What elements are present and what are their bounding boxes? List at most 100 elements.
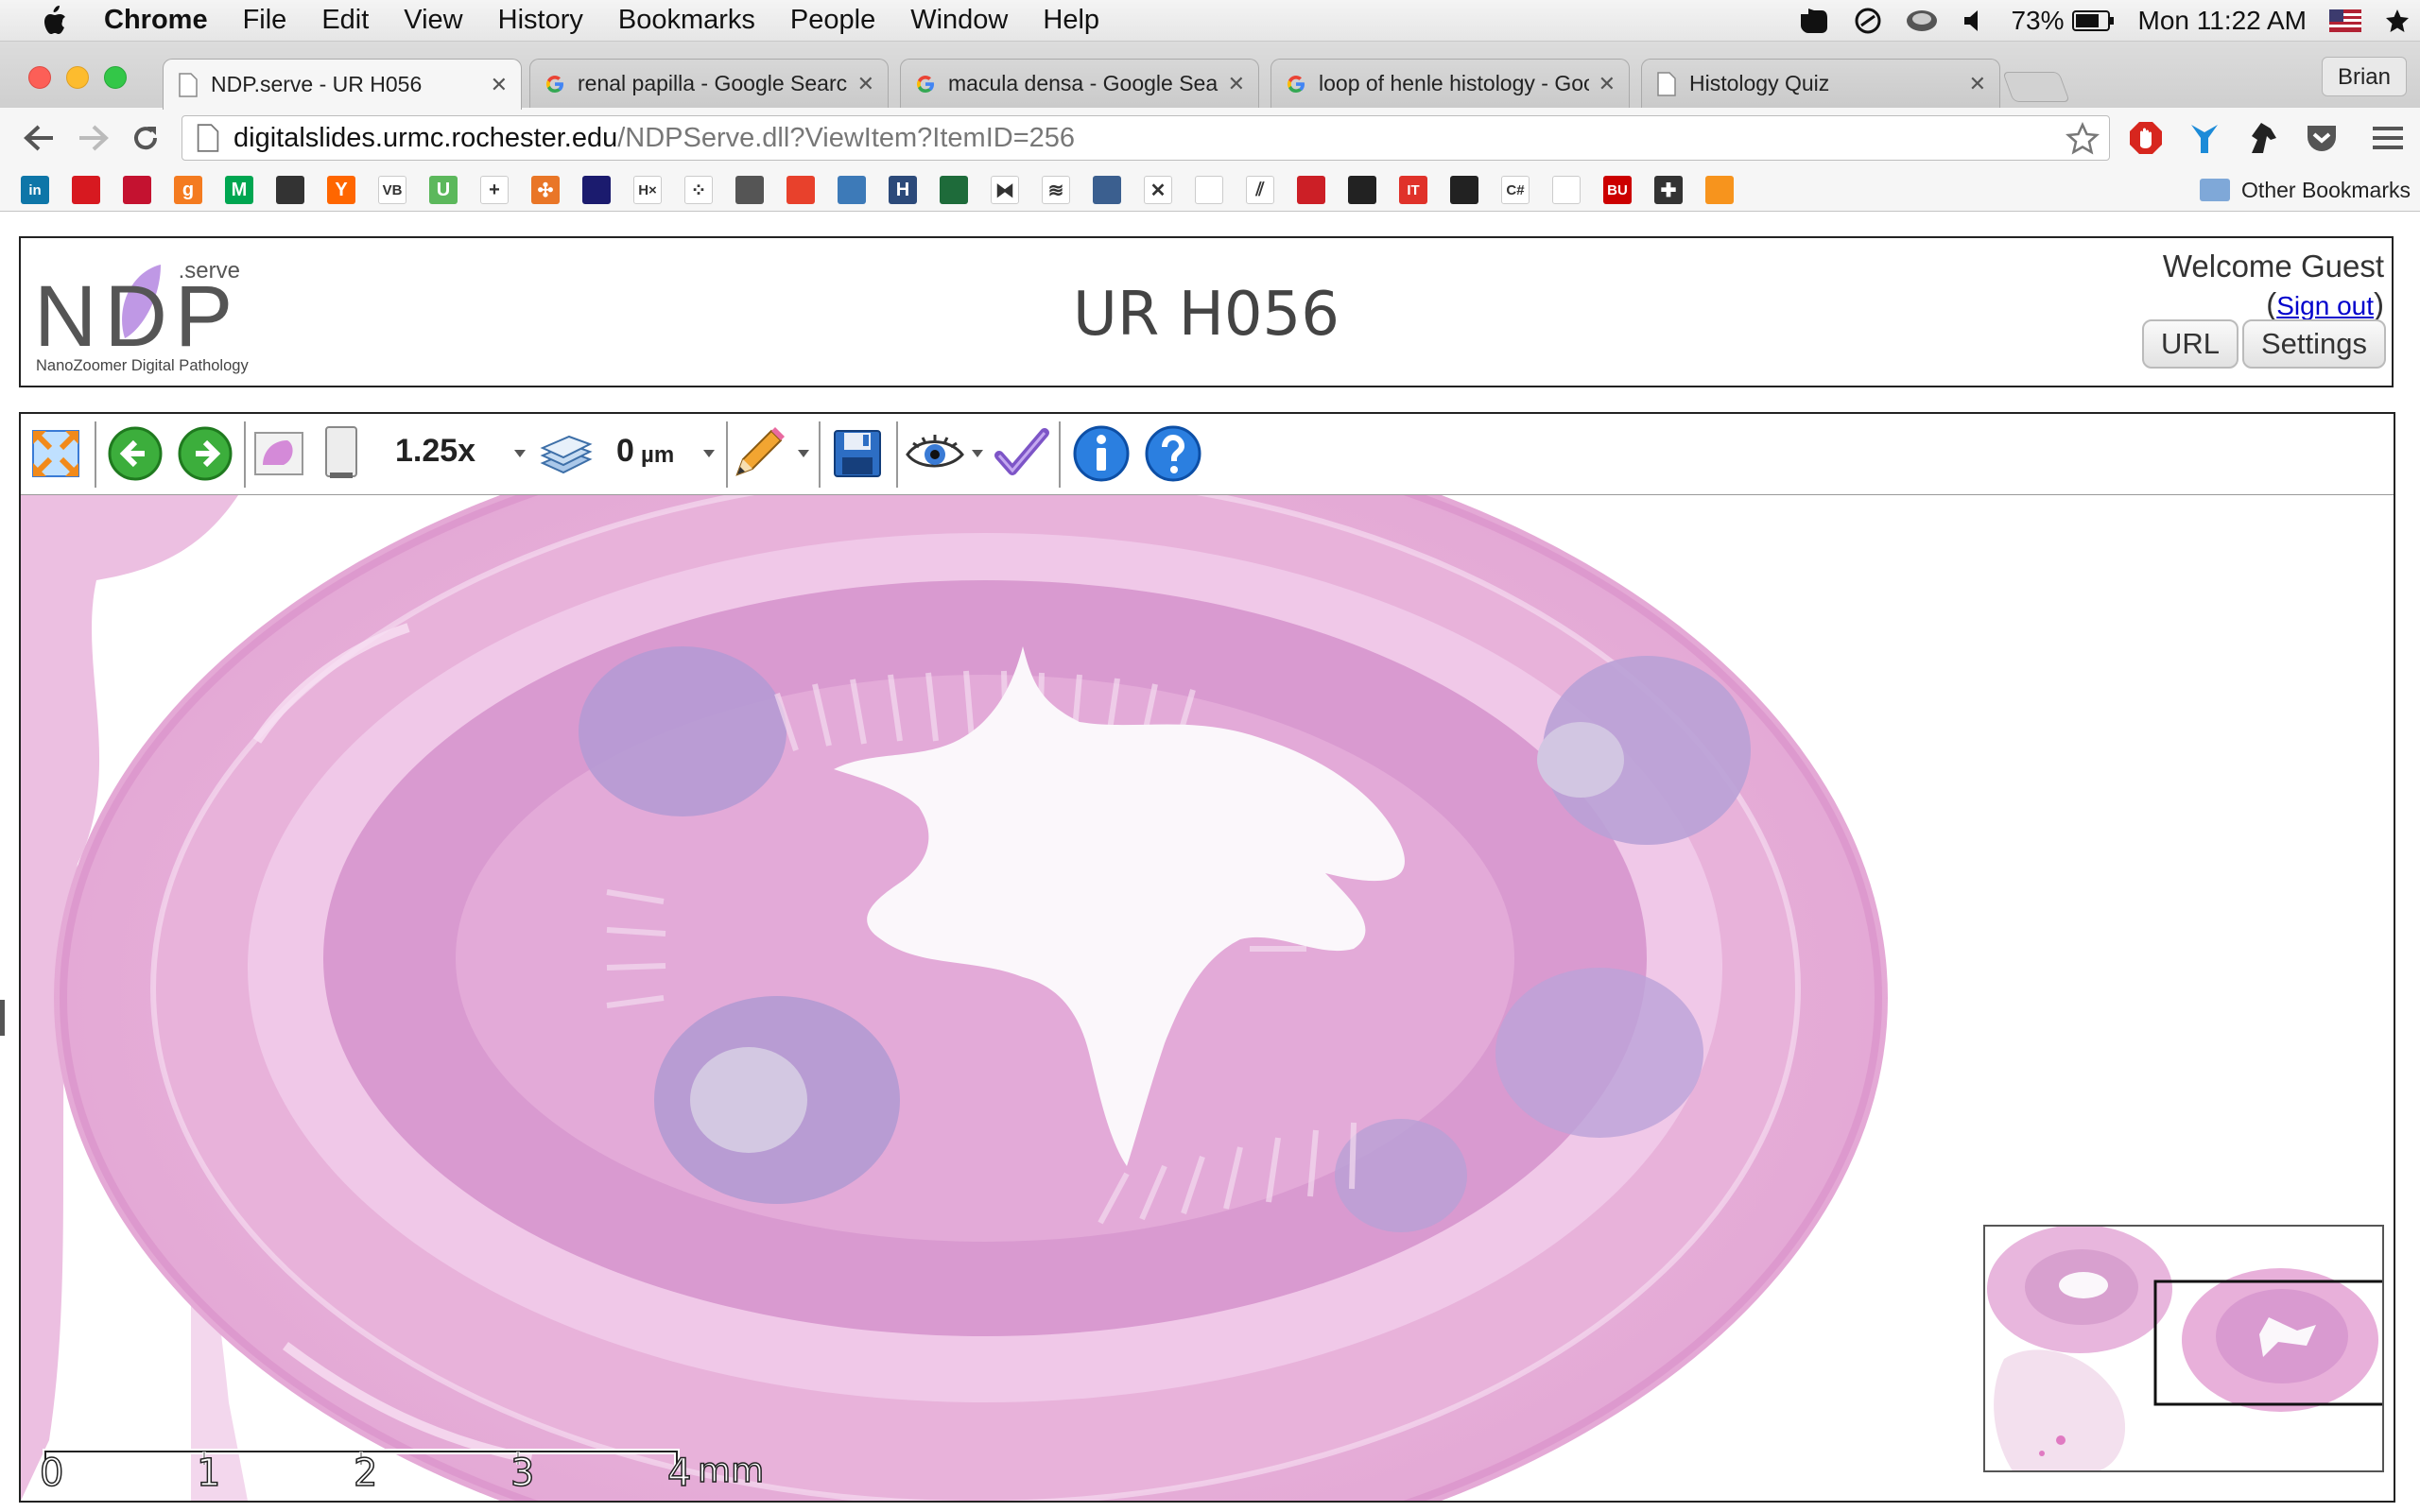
menu-file[interactable]: File bbox=[243, 5, 287, 36]
vb-bookmark[interactable]: VB bbox=[378, 176, 406, 204]
circle-bookmark[interactable] bbox=[1450, 176, 1478, 204]
help-icon[interactable] bbox=[1142, 421, 1204, 486]
sign-out-link[interactable]: Sign out bbox=[2276, 291, 2374, 320]
battery-icon[interactable] bbox=[2071, 9, 2116, 32]
sync-icon[interactable] bbox=[1854, 7, 1882, 35]
press-bookmark[interactable] bbox=[735, 176, 764, 204]
evernote-icon[interactable] bbox=[1795, 7, 1831, 35]
checkmark-icon[interactable] bbox=[991, 421, 1053, 486]
focus-dropdown-icon[interactable] bbox=[703, 450, 715, 457]
slide-thumbnail-icon[interactable] bbox=[248, 421, 310, 486]
linkedin-bookmark[interactable]: in bbox=[21, 176, 49, 204]
forward-icon[interactable] bbox=[74, 119, 112, 157]
close-tab-icon[interactable]: ✕ bbox=[1969, 72, 1986, 96]
hx-bookmark[interactable]: H× bbox=[633, 176, 662, 204]
next-view-icon[interactable] bbox=[174, 421, 236, 486]
csharp-bookmark[interactable]: C# bbox=[1501, 176, 1530, 204]
close-tab-icon[interactable]: ✕ bbox=[857, 72, 874, 96]
blank-page-bookmark[interactable] bbox=[1552, 176, 1581, 204]
menubar-clock[interactable]: Mon 11:22 AM bbox=[2138, 6, 2307, 36]
us-flag-icon[interactable] bbox=[2329, 9, 2361, 32]
hexagon-bookmark[interactable] bbox=[1705, 176, 1734, 204]
dark-bookmark[interactable] bbox=[1348, 176, 1376, 204]
fit-to-screen-icon[interactable] bbox=[25, 421, 87, 486]
ycombinator-bookmark[interactable]: Y bbox=[327, 176, 355, 204]
menu-help[interactable]: Help bbox=[1043, 5, 1099, 36]
lines-bookmark[interactable]: ⫽ bbox=[1246, 176, 1274, 204]
star-menu-icon[interactable] bbox=[2384, 8, 2411, 34]
view-options-eye-icon[interactable] bbox=[904, 421, 966, 486]
bookmark-star-icon[interactable] bbox=[2066, 122, 2100, 156]
volume-icon[interactable] bbox=[1962, 8, 1988, 34]
slide-overview-map[interactable] bbox=[1983, 1225, 2384, 1472]
back-icon[interactable] bbox=[21, 119, 59, 157]
m-bookmark[interactable]: M bbox=[225, 176, 253, 204]
ghostery-icon[interactable] bbox=[2186, 119, 2223, 157]
tomato-bookmark[interactable] bbox=[786, 176, 815, 204]
zoom-dropdown-icon[interactable] bbox=[514, 450, 526, 457]
g-bookmark[interactable]: g bbox=[174, 176, 202, 204]
settings-button[interactable]: Settings bbox=[2241, 319, 2386, 369]
tab-renal-papilla[interactable]: renal papilla - Google Search ✕ bbox=[529, 59, 889, 108]
blank-slide-icon[interactable] bbox=[310, 421, 372, 486]
focus-value[interactable]: 0 bbox=[616, 433, 634, 470]
previous-view-icon[interactable] bbox=[104, 421, 166, 486]
tableau-bookmark[interactable]: ✣ bbox=[531, 176, 560, 204]
menu-history[interactable]: History bbox=[498, 5, 583, 36]
annotation-pencil-icon[interactable] bbox=[728, 421, 790, 486]
feather-bookmark[interactable] bbox=[1195, 176, 1223, 204]
close-tab-icon[interactable]: ✕ bbox=[491, 73, 508, 97]
info-icon[interactable] bbox=[1070, 421, 1132, 486]
network-bookmark[interactable]: ✕ bbox=[1144, 176, 1172, 204]
menu-people[interactable]: People bbox=[790, 5, 875, 36]
reload-icon[interactable] bbox=[127, 119, 164, 157]
pocket-icon[interactable] bbox=[2303, 119, 2341, 157]
menu-app-name[interactable]: Chrome bbox=[104, 5, 208, 36]
h-bookmark[interactable]: H bbox=[889, 176, 917, 204]
menu-view[interactable]: View bbox=[404, 5, 462, 36]
tab-ndp-serve[interactable]: NDP.serve - UR H056 ✕ bbox=[163, 59, 522, 110]
bars-bookmark[interactable] bbox=[1297, 176, 1325, 204]
close-tab-icon[interactable]: ✕ bbox=[1228, 72, 1245, 96]
other-bookmarks[interactable]: Other Bookmarks bbox=[2200, 174, 2411, 206]
z-stack-icon[interactable] bbox=[535, 421, 597, 486]
it-bookmark[interactable]: IT bbox=[1399, 176, 1427, 204]
slide-image[interactable]: 0 1 2 3 4 mm bbox=[21, 414, 2394, 1501]
zoom-window-icon[interactable] bbox=[104, 66, 127, 89]
menu-window[interactable]: Window bbox=[910, 5, 1008, 36]
python-bookmark[interactable] bbox=[1093, 176, 1121, 204]
cloud-drive-icon[interactable] bbox=[1905, 8, 1939, 34]
close-window-icon[interactable] bbox=[28, 66, 51, 89]
address-bar[interactable]: digitalslides.urmc.rochester.edu/NDPServ… bbox=[182, 115, 2110, 161]
news-bookmark[interactable] bbox=[276, 176, 304, 204]
new-tab-button[interactable] bbox=[2002, 72, 2070, 102]
database-bookmark[interactable] bbox=[838, 176, 866, 204]
page-info-icon[interactable] bbox=[196, 124, 220, 152]
tab-loop-of-henle[interactable]: loop of henle histology - Google Search … bbox=[1270, 59, 1630, 108]
adblock-icon[interactable] bbox=[2127, 119, 2165, 157]
apple-icon[interactable] bbox=[38, 5, 70, 37]
bank-bookmark[interactable] bbox=[123, 176, 151, 204]
u-bookmark[interactable]: U bbox=[429, 176, 458, 204]
url-button[interactable]: URL bbox=[2141, 319, 2238, 369]
zoom-level[interactable]: 1.25x bbox=[395, 433, 475, 470]
menu-bookmarks[interactable]: Bookmarks bbox=[618, 5, 755, 36]
chrome-menu-icon[interactable] bbox=[2369, 119, 2407, 157]
horse-icon[interactable] bbox=[2244, 119, 2282, 157]
close-tab-icon[interactable]: ✕ bbox=[1599, 72, 1616, 96]
bu-bookmark[interactable]: BU bbox=[1603, 176, 1632, 204]
chart-bookmark[interactable] bbox=[940, 176, 968, 204]
square-bookmark[interactable] bbox=[582, 176, 611, 204]
dots-bookmark[interactable]: ⁘ bbox=[684, 176, 713, 204]
tab-histology-quiz[interactable]: Histology Quiz ✕ bbox=[1641, 59, 2000, 108]
bowtie-bookmark[interactable]: ⧓ bbox=[991, 176, 1019, 204]
profile-button[interactable]: Brian bbox=[2321, 57, 2407, 96]
plus-bookmark[interactable]: + bbox=[480, 176, 509, 204]
annotation-dropdown-icon[interactable] bbox=[798, 450, 809, 457]
view-options-dropdown-icon[interactable] bbox=[972, 450, 983, 457]
minimize-window-icon[interactable] bbox=[66, 66, 89, 89]
tab-macula-densa[interactable]: macula densa - Google Search ✕ bbox=[900, 59, 1259, 108]
red-stack-bookmark[interactable] bbox=[72, 176, 100, 204]
waves-bookmark[interactable]: ≋ bbox=[1042, 176, 1070, 204]
cross-bookmark[interactable]: ✚ bbox=[1654, 176, 1683, 204]
